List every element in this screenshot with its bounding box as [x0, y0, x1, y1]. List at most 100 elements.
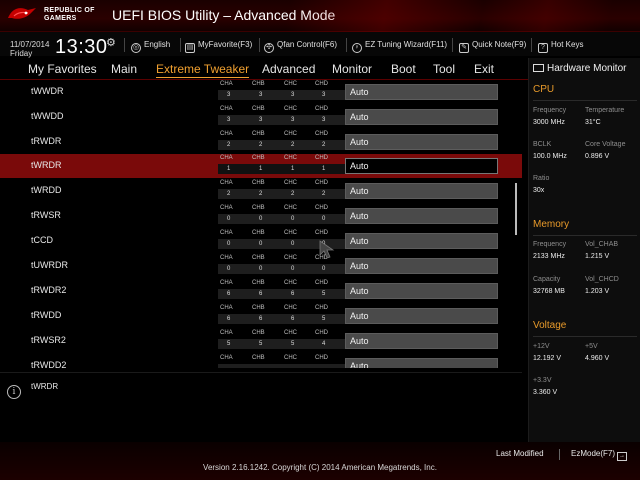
tab-advanced[interactable]: Advanced: [262, 62, 315, 76]
capacity-label: Capacity: [533, 276, 561, 283]
divider: [559, 449, 560, 460]
channel-value: 2: [250, 140, 284, 150]
setting-row-trwsr[interactable]: tRWSR CHA 0 CHB 0 CHC 0 CHD 0 Auto: [0, 204, 522, 228]
help-text: tWRDR: [31, 382, 59, 391]
setting-select[interactable]: Auto: [345, 134, 498, 150]
qfan-control-button[interactable]: ✣ Qfan Control(F6): [264, 40, 337, 53]
tab-main[interactable]: Main: [111, 62, 137, 76]
ratio-value: 30x: [533, 187, 545, 194]
setting-label: tRWDR2: [31, 285, 67, 295]
tab-exit[interactable]: Exit: [474, 62, 494, 76]
channel-name: CHA: [220, 81, 233, 87]
channel-value: 2: [313, 140, 347, 150]
setting-select[interactable]: Auto: [345, 358, 498, 368]
channel-name: CHC: [284, 81, 297, 87]
tab-tool[interactable]: Tool: [433, 62, 455, 76]
setting-row-twrdd[interactable]: tWRDD CHA 2 CHB 2 CHC 2 CHD 2 Auto: [0, 179, 522, 203]
divider: [533, 336, 637, 337]
date-text: 11/07/2014: [10, 40, 50, 49]
setting-row-tccd[interactable]: tCCD CHA0 CHB0 CHC0 CHD0 Auto: [0, 229, 522, 253]
ezmode-button[interactable]: EzMode(F7) →: [571, 449, 628, 461]
channel-value: 6: [218, 289, 252, 299]
channel-d: CHD 2: [313, 179, 349, 201]
channel-d: CHD: [313, 354, 349, 368]
setting-row-tuwrdr[interactable]: tUWRDR CHA 0 CHB 0 CHC 0 CHD 0 Auto: [0, 254, 522, 278]
day-text: Friday: [10, 49, 33, 58]
channel-value: 0: [250, 239, 284, 249]
channel-name: CHB: [252, 230, 265, 236]
gear-icon[interactable]: ⚙: [106, 36, 116, 49]
setting-select[interactable]: Auto: [345, 158, 498, 174]
myfavorite-button[interactable]: ▤ MyFavorite(F3): [185, 40, 252, 53]
ez-tuning-wizard-button[interactable]: ♀ EZ Tuning Wizard(F11): [352, 40, 447, 53]
channel-a: CHA 0: [218, 204, 254, 226]
channel-value: 1: [282, 164, 316, 174]
setting-select[interactable]: Auto: [345, 308, 498, 324]
setting-row-trwdd[interactable]: tRWDD CHA 6 CHB 6 CHC 6 CHD 5 Auto: [0, 304, 522, 328]
setting-row-trwdr2[interactable]: tRWDR2 CHA 6 CHB 6 CHC 6 CHD 5 Auto: [0, 279, 522, 303]
tab-extreme-tweaker[interactable]: Extreme Tweaker: [156, 62, 250, 78]
channel-name: CHB: [252, 305, 265, 311]
quick-note-button[interactable]: ✎ Quick Note(F9): [459, 40, 526, 53]
setting-row-twrdr[interactable]: tWRDR CHA 1 CHB 1 CHC 1 CHD 1 Auto: [0, 154, 522, 178]
setting-label: tCCD: [31, 235, 53, 245]
channel-name: CHB: [252, 180, 265, 186]
memory-frequency-value: 2133 MHz: [533, 253, 565, 260]
channel-value: 3: [282, 90, 316, 100]
channel-a: CHA 2: [218, 179, 254, 201]
setting-row-trwsr2[interactable]: tRWSR2 CHA 5 CHB 5 CHC 5 CHD 4 Auto: [0, 329, 522, 353]
setting-row-twwdd[interactable]: tWWDD CHA 3 CHB 3 CHC 3 CHD 3 Auto: [0, 105, 522, 129]
channel-value: 3: [250, 90, 284, 100]
setting-select[interactable]: Auto: [345, 283, 498, 299]
channel-name: CHD: [315, 355, 328, 361]
clock[interactable]: 13:30: [55, 36, 108, 59]
setting-select[interactable]: Auto: [345, 233, 498, 249]
vol-chcd-label: Vol_CHCD: [585, 276, 619, 283]
tab-boot[interactable]: Boot: [391, 62, 416, 76]
channel-value: 6: [218, 314, 252, 324]
bclk-value: 100.0 MHz: [533, 153, 567, 160]
version-text: Version 2.16.1242. Copyright (C) 2014 Am…: [203, 463, 437, 472]
channel-value: 1: [218, 164, 252, 174]
ez-tuning-wizard-label: EZ Tuning Wizard(F11): [365, 40, 448, 49]
hot-keys-button[interactable]: ? Hot Keys: [538, 40, 583, 53]
setting-label: tRWSR: [31, 210, 61, 220]
setting-select[interactable]: Auto: [345, 183, 498, 199]
channel-d: CHD 5: [313, 304, 349, 326]
hardware-monitor-title: Hardware Monitor: [533, 63, 626, 74]
channel-name: CHD: [315, 180, 328, 186]
setting-select[interactable]: Auto: [345, 258, 498, 274]
setting-select[interactable]: Auto: [345, 208, 498, 224]
channel-value: 0: [218, 214, 252, 224]
channel-value: 2: [218, 189, 252, 199]
setting-row-trwdr[interactable]: tRWDR CHA 2 CHB 2 CHC 2 CHD 2 Auto: [0, 130, 522, 154]
channel-a: CHA 2: [218, 130, 254, 152]
setting-label: tWRDR: [31, 160, 62, 170]
channel-name: CHC: [284, 230, 297, 236]
setting-label: tWWDD: [31, 111, 64, 121]
v5-label: +5V: [585, 343, 598, 350]
language-button[interactable]: ◎ English: [131, 40, 170, 53]
setting-row-twwdr[interactable]: tWWDR CHA 3 CHB 3 CHC 3 CHD 3 Auto: [0, 80, 522, 104]
myfavorite-label: MyFavorite(F3): [198, 40, 253, 49]
channel-b: CHB 3: [250, 80, 286, 102]
setting-row-trwdd2[interactable]: tRWDD2 CHA CHB CHC CHD Auto: [0, 354, 522, 368]
channel-d: CHD 3: [313, 105, 349, 127]
divider: [533, 235, 637, 236]
channel-b: CHB 2: [250, 130, 286, 152]
channel-value: 4: [313, 339, 347, 349]
last-modified-button[interactable]: Last Modified: [496, 449, 544, 458]
channel-value: [218, 364, 252, 368]
channel-b: CHB 0: [250, 204, 286, 226]
channel-d: CHD 1: [313, 154, 349, 176]
setting-select[interactable]: Auto: [345, 333, 498, 349]
tab-my-favorites[interactable]: My Favorites: [28, 62, 97, 76]
tab-monitor[interactable]: Monitor: [332, 62, 372, 76]
bclk-label: BCLK: [533, 141, 552, 148]
divider: [124, 38, 125, 52]
channel-name: CHD: [315, 330, 328, 336]
channel-value: 5: [313, 314, 347, 324]
setting-select[interactable]: Auto: [345, 109, 498, 125]
setting-select[interactable]: Auto: [345, 84, 498, 100]
scrollbar[interactable]: [515, 183, 517, 235]
